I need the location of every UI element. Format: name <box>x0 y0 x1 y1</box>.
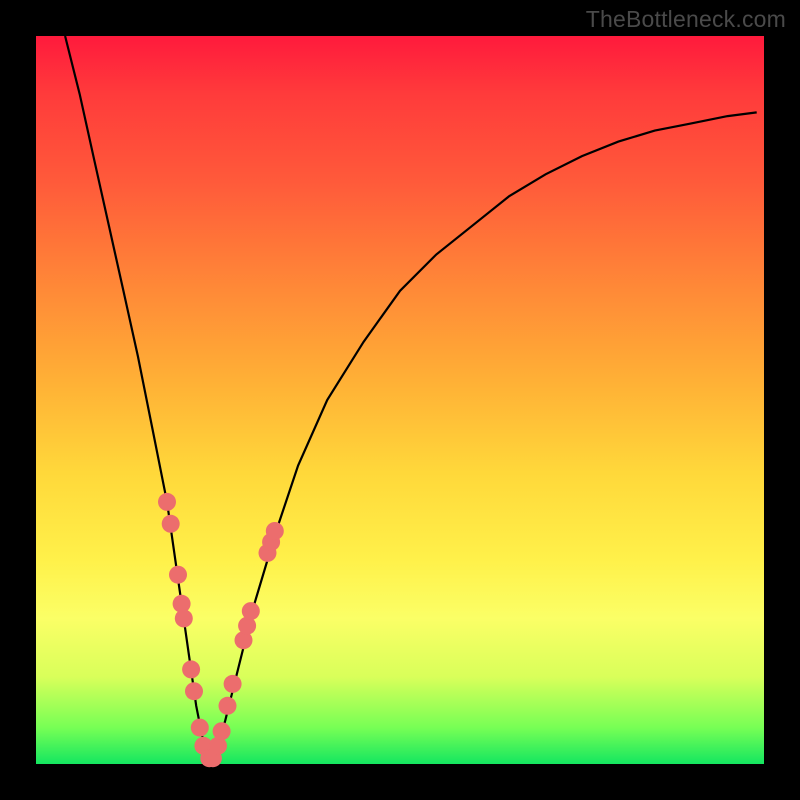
curve-marker <box>175 609 193 627</box>
curve-marker <box>162 515 180 533</box>
bottleneck-curve-svg <box>36 36 764 764</box>
curve-marker <box>169 566 187 584</box>
marker-group <box>158 493 284 767</box>
bottleneck-curve <box>65 36 757 760</box>
curve-marker <box>185 682 203 700</box>
curve-marker <box>158 493 176 511</box>
watermark-label: TheBottleneck.com <box>586 6 786 33</box>
curve-marker <box>191 719 209 737</box>
chart-frame: TheBottleneck.com <box>0 0 800 800</box>
curve-marker <box>266 522 284 540</box>
plot-area <box>36 36 764 764</box>
curve-marker <box>182 660 200 678</box>
curve-marker <box>224 675 242 693</box>
curve-marker <box>213 722 231 740</box>
curve-marker <box>242 602 260 620</box>
curve-marker <box>219 697 237 715</box>
